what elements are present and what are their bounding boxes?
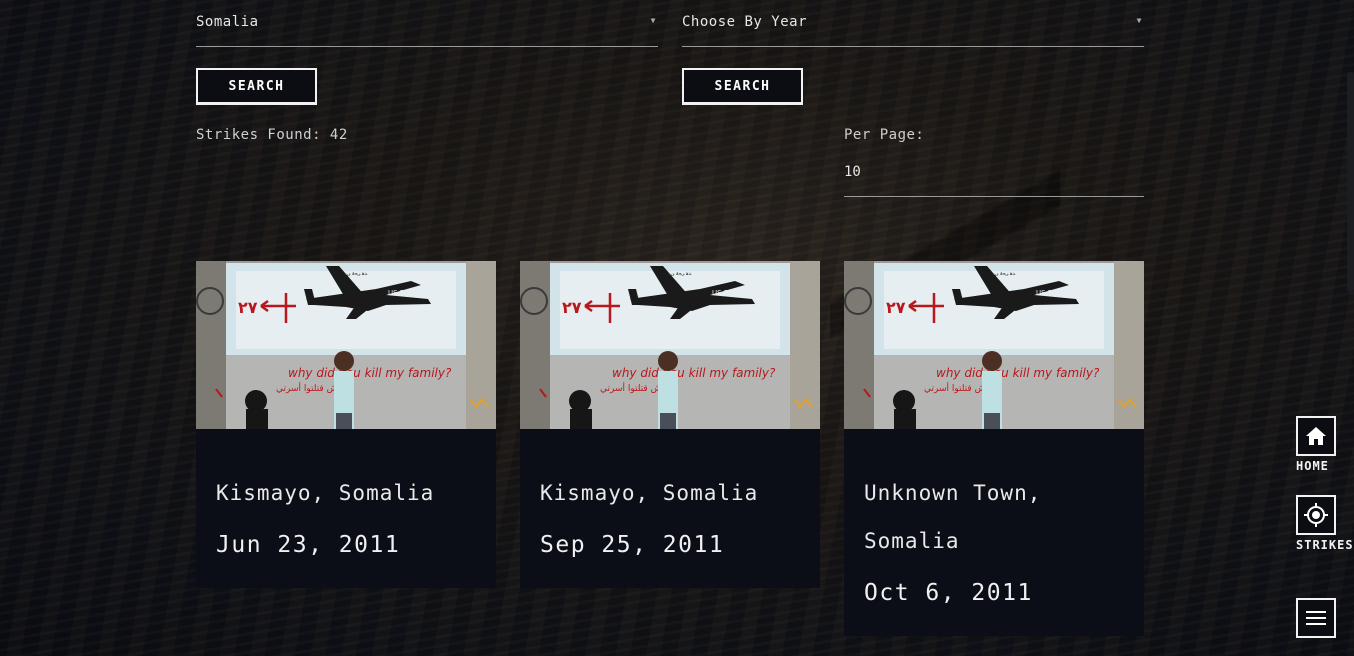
strike-card[interactable]: Unknown Town, Somalia Oct 6, 2011 — [844, 261, 1144, 636]
strike-card-body: Kismayo, Somalia Jun 23, 2011 — [196, 429, 496, 597]
strike-card[interactable]: Kismayo, Somalia Jun 23, 2011 — [196, 261, 496, 588]
menu-button[interactable] — [1296, 598, 1336, 638]
strikes-icon-button[interactable] — [1296, 495, 1336, 535]
nav-menu[interactable] — [1296, 598, 1336, 638]
home-icon-button[interactable] — [1296, 416, 1336, 456]
strike-card-image — [196, 261, 496, 429]
per-page-label: Per Page: — [844, 127, 925, 143]
nav-home-label: HOME — [1296, 459, 1329, 473]
home-icon — [1306, 427, 1326, 445]
per-page-select[interactable]: 10 — [844, 150, 1144, 197]
target-icon — [1304, 503, 1328, 527]
country-select[interactable]: Somalia ▼ — [196, 0, 658, 47]
strike-card-date: Sep 25, 2011 — [540, 532, 725, 558]
strike-card-image — [844, 261, 1144, 429]
chevron-down-icon: ▼ — [650, 16, 656, 25]
scrollbar[interactable] — [1347, 72, 1354, 292]
chevron-down-icon: ▼ — [1136, 16, 1142, 25]
country-select-value: Somalia — [196, 14, 259, 30]
search-button-year[interactable]: SEARCH — [682, 68, 803, 105]
nav-strikes[interactable]: STRIKES — [1296, 495, 1354, 552]
strike-card-body: Kismayo, Somalia Sep 25, 2011 — [520, 429, 820, 597]
strike-card-date: Oct 6, 2011 — [864, 580, 1033, 606]
strike-card-location: Kismayo, Somalia — [540, 481, 759, 505]
strike-card-image — [520, 261, 820, 429]
year-select-placeholder: Choose By Year — [682, 14, 808, 30]
strike-card-body: Unknown Town, Somalia Oct 6, 2011 — [844, 429, 1144, 645]
strike-card-location: Kismayo, Somalia — [216, 481, 435, 505]
year-select[interactable]: Choose By Year ▼ — [682, 0, 1144, 47]
search-button-country[interactable]: SEARCH — [196, 68, 317, 105]
strike-card-location-line2: Somalia — [864, 529, 960, 553]
hamburger-icon — [1306, 611, 1326, 625]
per-page-value: 10 — [844, 164, 861, 180]
strike-card-date: Jun 23, 2011 — [216, 532, 401, 558]
strikes-found-count: Strikes Found: 42 — [196, 127, 348, 143]
nav-home[interactable]: HOME — [1296, 416, 1336, 473]
strike-card-location-line1: Unknown Town, — [864, 481, 1042, 505]
nav-strikes-label: STRIKES — [1296, 538, 1354, 552]
strike-card[interactable]: Kismayo, Somalia Sep 25, 2011 — [520, 261, 820, 588]
